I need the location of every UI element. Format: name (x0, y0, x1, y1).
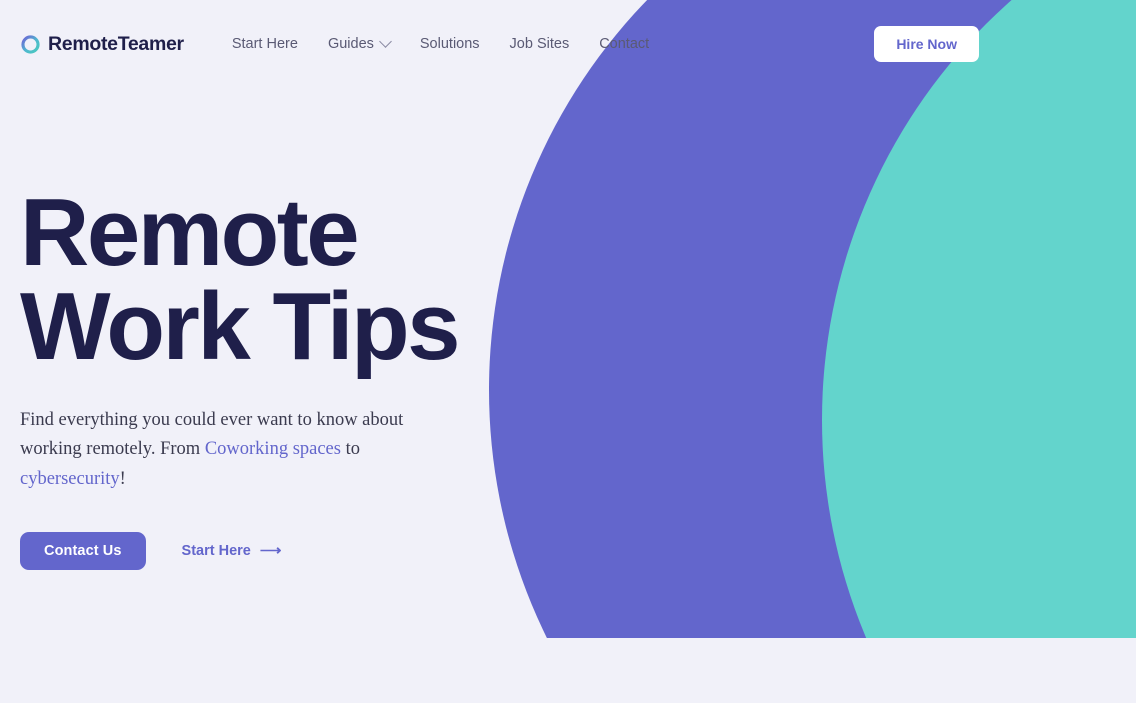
hero-subtitle: Find everything you could ever want to k… (20, 406, 450, 494)
nav-item-label: Start Here (231, 36, 298, 52)
primary-nav: Start Here Guides Solutions Job Sites Co… (232, 34, 649, 52)
hero-subtitle-tail: ! (119, 468, 126, 489)
teal-circle-shape (822, 0, 1136, 638)
page-title: Remote Work Tips (20, 179, 461, 381)
nav-item-label: Solutions (419, 36, 480, 52)
nav-item-job-sites[interactable]: Job Sites (510, 36, 570, 52)
brand-logo[interactable]: RemoteTeamer (20, 33, 184, 56)
purple-circle-shape (489, 0, 1136, 638)
nav-item-solutions[interactable]: Solutions (420, 36, 480, 52)
start-here-label: Start Here (181, 542, 251, 559)
circle-ring-icon (21, 34, 40, 54)
arrow-right-icon: ⟶ (259, 542, 282, 560)
nav-item-label: Guides (327, 36, 374, 52)
nav-item-label: Job Sites (509, 36, 570, 52)
hero-section: Remote Work Tips Find everything you cou… (0, 88, 560, 570)
nav-item-start-here[interactable]: Start Here (232, 36, 298, 52)
nav-item-contact[interactable]: Contact (599, 36, 649, 52)
nav-item-guides[interactable]: Guides (327, 34, 392, 52)
hire-now-button[interactable]: Hire Now (874, 26, 979, 62)
start-here-link[interactable]: Start Here ⟶ (182, 543, 282, 559)
link-coworking-spaces[interactable]: Coworking spaces (205, 439, 341, 459)
link-cybersecurity[interactable]: cybersecurity (20, 469, 120, 489)
hero-subtitle-middle: to (340, 439, 360, 460)
brand-name: RemoteTeamer (48, 32, 184, 55)
nav-item-label: Contact (599, 36, 650, 52)
hero-actions: Contact Us Start Here ⟶ (20, 531, 560, 570)
site-header: RemoteTeamer Start Here Guides Solutions… (0, 0, 1136, 88)
chevron-down-icon (379, 34, 392, 48)
contact-us-button[interactable]: Contact Us (20, 531, 146, 570)
